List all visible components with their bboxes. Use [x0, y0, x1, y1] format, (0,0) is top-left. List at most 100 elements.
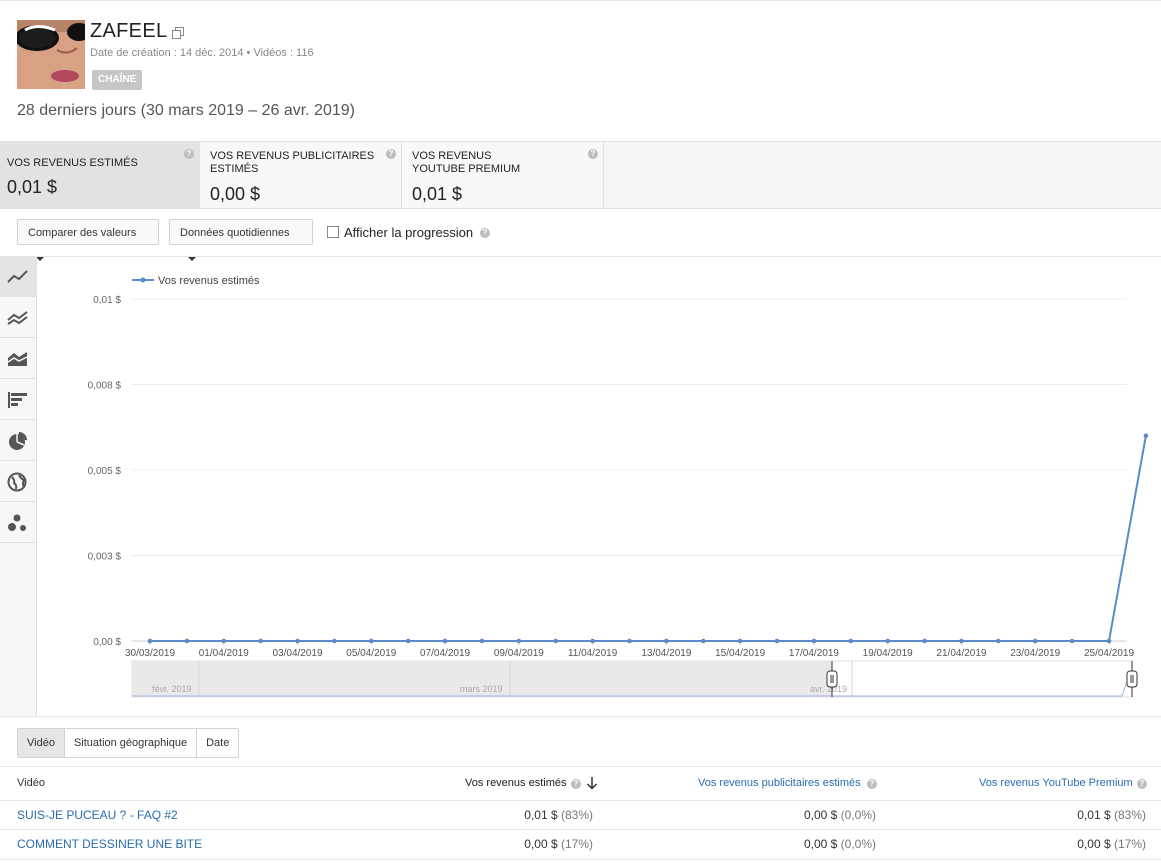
help-icon[interactable]: ?	[386, 149, 396, 159]
metric-cards: VOS REVENUS ESTIMÉS 0,01 $ ? VOS REVENUS…	[0, 141, 1161, 209]
tab-video[interactable]: Vidéo	[18, 729, 65, 757]
x-tick-label: 03/04/2019	[273, 648, 323, 659]
metric-value: 0,01 $	[7, 177, 58, 197]
data-point[interactable]	[848, 638, 854, 644]
data-point[interactable]	[332, 638, 337, 644]
x-tick-label: 19/04/2019	[863, 648, 913, 659]
x-tick-label: 17/04/2019	[789, 648, 839, 659]
data-point[interactable]	[1143, 433, 1149, 439]
data-point[interactable]	[553, 638, 559, 644]
data-point[interactable]	[516, 638, 522, 644]
x-tick-label: 15/04/2019	[715, 648, 765, 659]
x-tick-label: 09/04/2019	[494, 648, 544, 659]
data-point[interactable]	[405, 638, 411, 644]
help-icon[interactable]: ?	[1137, 779, 1147, 789]
metric-card-ad-revenue[interactable]: VOS REVENUS PUBLICITAIRES ESTIMÉS 0,00 $…	[200, 142, 402, 208]
data-point[interactable]	[922, 638, 927, 644]
value: 0,00 $	[803, 837, 838, 851]
metric-label: VOS REVENUS YOUTUBE PREMIUM	[412, 150, 521, 175]
chart-legend[interactable]: Vos revenus estimés	[132, 275, 260, 287]
col-header-premium-revenue[interactable]: Vos revenus YouTube Premium	[979, 777, 1133, 789]
col-header-ad-revenue[interactable]: Vos revenus publicitaires estimés	[698, 777, 861, 789]
data-point[interactable]	[184, 638, 190, 644]
bar-chart-icon[interactable]	[0, 380, 36, 420]
progress-label: Afficher la progression	[344, 225, 474, 240]
pie-chart-icon[interactable]	[0, 421, 36, 461]
granularity-label: Données quotidiennes	[180, 227, 290, 239]
divider	[0, 716, 1161, 717]
navigator-label: mars 2019	[460, 684, 503, 694]
channel-avatar[interactable]	[17, 20, 85, 89]
channel-name[interactable]: ZAFEEL	[90, 20, 167, 43]
series-line	[150, 435, 1147, 642]
table-divider	[0, 766, 1161, 767]
x-tick-label: 01/04/2019	[199, 648, 249, 659]
help-icon[interactable]: ?	[480, 228, 490, 238]
data-point[interactable]	[369, 638, 374, 644]
x-tick-label: 07/04/2019	[420, 648, 470, 659]
percent: (83%)	[1113, 808, 1146, 822]
stacked-area-icon[interactable]	[0, 339, 36, 379]
data-point[interactable]	[1032, 638, 1038, 644]
data-point[interactable]	[1106, 638, 1112, 644]
data-point[interactable]	[147, 638, 153, 644]
premium-revenue-cell: 0,01 $ (83%)	[1077, 808, 1146, 822]
table-row: SUIS-JE PUCEAU ? - FAQ #2 0,01 $ (83%) 0…	[0, 800, 1161, 830]
legend-label: Vos revenus estimés	[158, 275, 260, 287]
globe-icon[interactable]	[0, 462, 36, 502]
help-icon[interactable]: ?	[184, 149, 194, 159]
ad-revenue-cell: 0,00 $ (0,0%)	[804, 837, 876, 851]
video-title-link[interactable]: SUIS-JE PUCEAU ? - FAQ #2	[17, 808, 178, 822]
x-tick-label: 25/04/2019	[1084, 648, 1134, 659]
data-point[interactable]	[221, 638, 227, 644]
tab-geography[interactable]: Situation géographique	[65, 729, 198, 757]
compare-label: Comparer des valeurs	[28, 227, 137, 239]
y-tick-label: 0,008 $	[88, 381, 122, 392]
metric-value: 0,00 $	[210, 184, 261, 204]
percent: (0,0%)	[840, 808, 876, 822]
metric-card-premium-revenue[interactable]: VOS REVENUS YOUTUBE PREMIUM 0,01 $ ?	[402, 142, 604, 208]
data-point[interactable]	[700, 638, 706, 644]
x-tick-label: 23/04/2019	[1010, 648, 1060, 659]
data-point[interactable]	[885, 638, 890, 644]
percent: (17%)	[1113, 837, 1146, 851]
data-point[interactable]	[664, 638, 669, 644]
metric-label: VOS REVENUS PUBLICITAIRES ESTIMÉS	[210, 150, 375, 175]
data-point[interactable]	[295, 638, 300, 644]
help-icon[interactable]: ?	[588, 149, 598, 159]
data-point[interactable]	[1069, 638, 1075, 644]
value: 0,01 $	[1077, 808, 1111, 822]
time-navigator[interactable]: févr. 2019 mars 2019 avr. 2019	[131, 660, 1138, 698]
data-point[interactable]	[959, 638, 964, 644]
help-icon[interactable]: ?	[571, 779, 581, 789]
progress-checkbox[interactable]	[327, 226, 339, 238]
line-chart-icon[interactable]	[0, 257, 36, 297]
percent: (17%)	[560, 837, 593, 851]
data-point[interactable]	[442, 638, 448, 644]
col-header-video[interactable]: Vidéo	[17, 777, 45, 789]
metric-label: VOS REVENUS ESTIMÉS	[7, 157, 138, 169]
data-point[interactable]	[996, 638, 1001, 644]
data-point[interactable]	[811, 638, 817, 644]
tab-date[interactable]: Date	[197, 729, 238, 757]
data-point[interactable]	[627, 638, 632, 644]
col-header-estimated-revenue[interactable]: Vos revenus estimés	[465, 777, 567, 789]
video-title-link[interactable]: COMMENT DESSINER UNE BITE	[17, 837, 202, 851]
data-point[interactable]	[258, 638, 263, 644]
data-point[interactable]	[737, 638, 743, 644]
data-point[interactable]	[590, 638, 595, 644]
y-tick-label: 0,003 $	[88, 552, 122, 563]
help-icon[interactable]: ?	[867, 779, 877, 789]
table-tabs: Vidéo Situation géographique Date	[17, 728, 240, 758]
chart-type-toolbar	[0, 257, 37, 716]
granularity-dropdown[interactable]: Données quotidiennes	[169, 219, 313, 262]
external-link-icon[interactable]	[172, 26, 184, 39]
data-point[interactable]	[774, 638, 780, 644]
value: 0,01 $	[524, 808, 558, 822]
compare-values-dropdown[interactable]: Comparer des valeurs	[17, 219, 159, 262]
metric-card-estimated-revenue[interactable]: VOS REVENUS ESTIMÉS 0,01 $ ?	[0, 142, 200, 208]
multi-line-icon[interactable]	[0, 298, 36, 338]
bubble-chart-icon[interactable]	[0, 503, 36, 543]
data-point[interactable]	[479, 638, 485, 644]
sort-down-arrow-icon[interactable]	[586, 776, 598, 795]
